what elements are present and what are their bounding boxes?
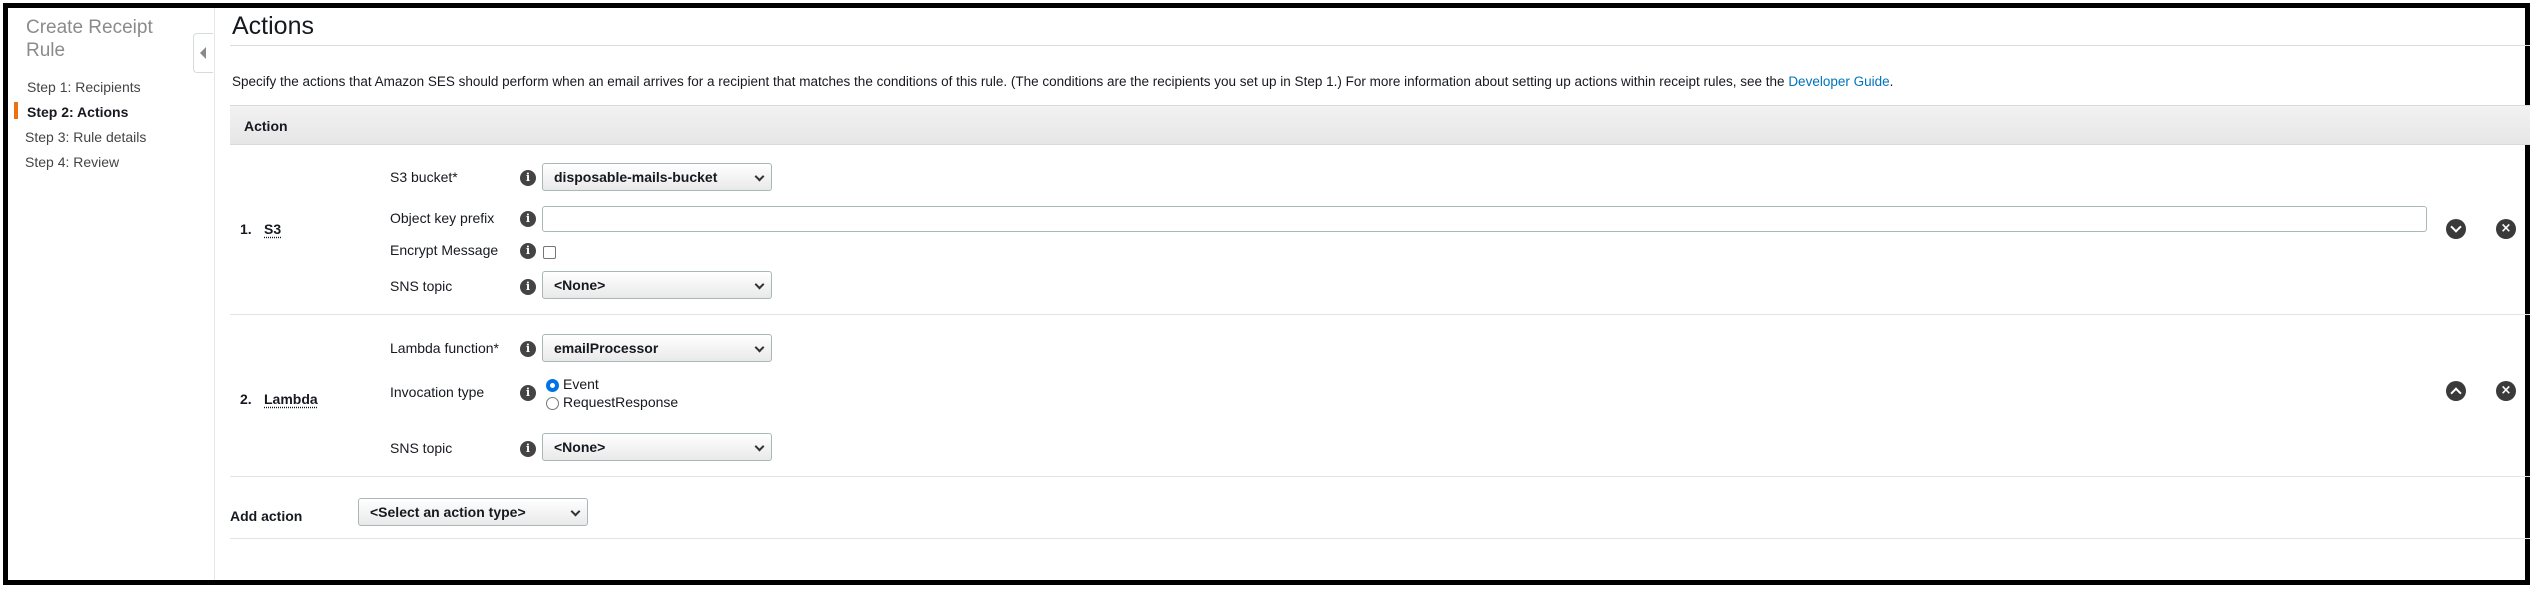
chevron-down-icon — [754, 342, 765, 353]
action-row-s3: 1. S3 S3 bucket* i disposable-mails-buck… — [230, 145, 2530, 315]
encrypt-message-label: Encrypt Message — [390, 242, 499, 258]
sidebar-title: Create Receipt Rule — [26, 17, 153, 61]
info-icon[interactable]: i — [520, 385, 536, 401]
wizard-sidebar: Create Receipt Rule Step 1: Recipients S… — [8, 8, 215, 580]
divider — [230, 538, 2530, 539]
lambda-function-label: Lambda function* — [390, 340, 499, 356]
s3-sns-topic-select[interactable]: <None> — [542, 271, 772, 299]
move-up-icon[interactable] — [2446, 381, 2466, 401]
chevron-down-icon — [570, 506, 581, 517]
s3-bucket-label: S3 bucket* — [390, 169, 458, 185]
chevron-down-icon — [754, 279, 765, 290]
active-step-indicator — [14, 102, 18, 119]
add-action-select[interactable]: <Select an action type> — [358, 498, 588, 526]
add-action-label: Add action — [230, 508, 303, 524]
s3-bucket-select[interactable]: disposable-mails-bucket — [542, 163, 772, 191]
invocation-event-radio[interactable] — [546, 379, 559, 392]
chevron-down-icon — [754, 441, 765, 452]
lambda-function-select[interactable]: emailProcessor — [542, 334, 772, 362]
chevron-down-icon — [754, 171, 765, 182]
encrypt-message-checkbox[interactable] — [543, 246, 556, 259]
info-icon[interactable]: i — [520, 279, 536, 295]
action-column-header: Action — [244, 118, 288, 134]
info-icon[interactable]: i — [520, 211, 536, 227]
step-actions[interactable]: Step 2: Actions — [27, 104, 128, 120]
step-recipients[interactable]: Step 1: Recipients — [27, 79, 141, 95]
divider — [230, 45, 2530, 46]
developer-guide-link[interactable]: Developer Guide — [1788, 74, 1889, 89]
invocation-requestresponse-radio[interactable] — [546, 397, 559, 410]
action-number: 2. — [240, 391, 252, 407]
invocation-type-label: Invocation type — [390, 384, 485, 400]
info-icon[interactable]: i — [520, 170, 536, 186]
object-key-prefix-input[interactable] — [542, 206, 2427, 232]
main-content: Actions Specify the actions that Amazon … — [230, 8, 2530, 580]
action-name-s3[interactable]: S3 — [264, 221, 281, 237]
action-table-header: Action — [230, 105, 2530, 145]
page-title: Actions — [232, 12, 314, 40]
window-frame: Create Receipt Rule Step 1: Recipients S… — [3, 3, 2530, 585]
info-icon[interactable]: i — [520, 441, 536, 457]
action-row-lambda: 2. Lambda Lambda function* i emailProces… — [230, 315, 2530, 477]
step-review[interactable]: Step 4: Review — [25, 154, 119, 170]
s3-sns-topic-label: SNS topic — [390, 278, 453, 294]
remove-action-icon[interactable]: × — [2496, 219, 2516, 239]
remove-action-icon[interactable]: × — [2496, 381, 2516, 401]
collapse-sidebar-button[interactable] — [193, 33, 213, 73]
action-name-lambda[interactable]: Lambda — [264, 391, 318, 407]
chevron-left-icon — [200, 47, 206, 59]
lambda-sns-topic-label: SNS topic — [390, 440, 453, 456]
step-rule-details[interactable]: Step 3: Rule details — [25, 129, 146, 145]
info-icon[interactable]: i — [520, 243, 536, 259]
page-description: Specify the actions that Amazon SES shou… — [232, 74, 1894, 89]
invocation-event-label[interactable]: Event — [563, 376, 599, 392]
info-icon[interactable]: i — [520, 341, 536, 357]
lambda-sns-topic-select[interactable]: <None> — [542, 433, 772, 461]
action-number: 1. — [240, 221, 252, 237]
move-down-icon[interactable] — [2446, 219, 2466, 239]
object-key-prefix-label: Object key prefix — [390, 210, 495, 226]
invocation-requestresponse-label[interactable]: RequestResponse — [563, 394, 678, 410]
